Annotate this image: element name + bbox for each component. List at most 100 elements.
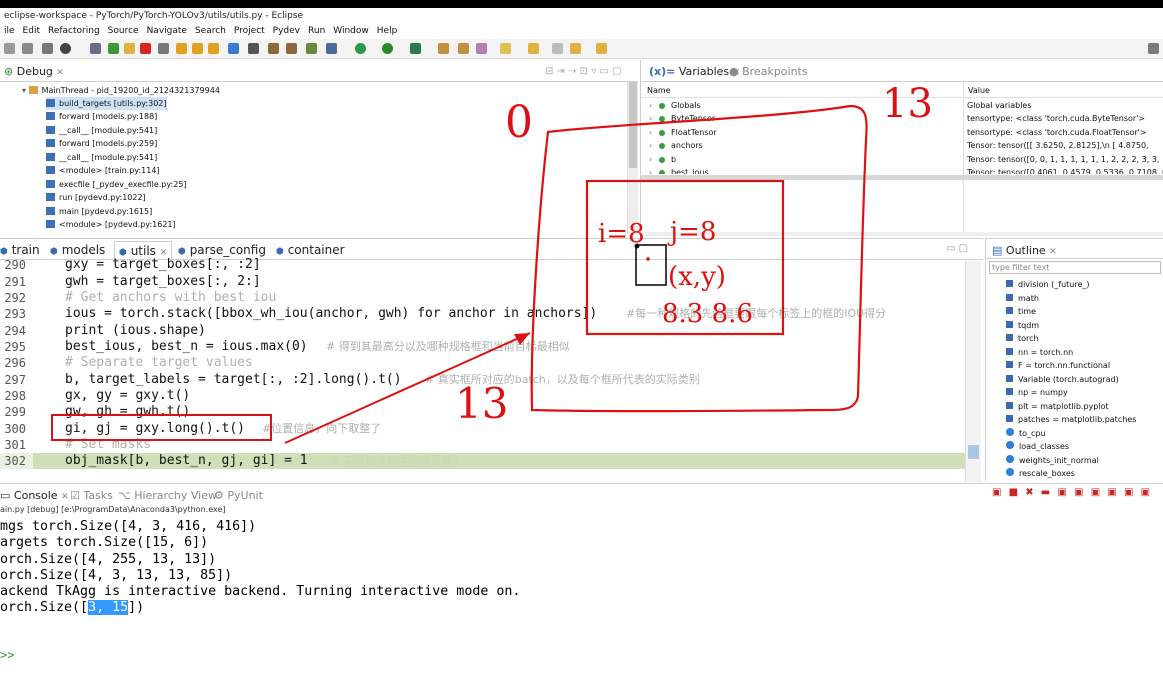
code-line[interactable]: 300 gi, gj = gxy.long().t() #位置信息，向下取整了 (0, 421, 965, 437)
tab-hierarchy-view[interactable]: ⌥ Hierarchy View (118, 487, 217, 505)
current-line[interactable]: 302 obj_mask[b, best_n, gj, gi] = 1 # 实际包含… (0, 453, 965, 470)
tab-pyunit[interactable]: ⚙ PyUnit (214, 487, 263, 505)
outline-item[interactable]: nn = torch.nn (1006, 346, 1073, 360)
console-prompt[interactable]: >> (0, 648, 14, 662)
stack-frame[interactable]: forward [models.py:188] (46, 110, 157, 123)
stack-frame[interactable]: run [pydevd.py:1022] (46, 191, 146, 204)
stack-frame[interactable]: execfile [_pydev_execfile.py:25] (46, 178, 187, 191)
external-tools-icon[interactable] (438, 43, 449, 54)
run-icon[interactable] (355, 43, 366, 54)
save-icon[interactable] (4, 43, 15, 54)
tab-outline[interactable]: ▤ Outline ✕ (988, 242, 1061, 260)
suspend-icon[interactable] (124, 43, 135, 54)
open-task-icon[interactable] (476, 43, 487, 54)
code-line[interactable]: 291 gwh = target_boxes[:, 2:] (0, 274, 965, 290)
code-line[interactable]: 292 # Get anchors with best iou (0, 290, 965, 306)
stack-frame[interactable]: __call__ [module.py:541] (46, 124, 157, 137)
debug-view-menu-icons[interactable]: ⊟ ⇥ ⇢ ⊡ ▿ ▭ ▢ (545, 66, 622, 77)
stack-frame[interactable]: <module> [train.py:114] (46, 164, 160, 177)
menu-search[interactable]: Search (191, 24, 230, 39)
scroll-thumb[interactable] (629, 82, 637, 168)
outline-item[interactable]: Variable (torch.autograd) (1006, 373, 1119, 387)
close-icon[interactable]: ✕ (56, 68, 64, 78)
debug-icon[interactable] (382, 43, 393, 54)
pydev-icon[interactable] (306, 43, 317, 54)
close-icon[interactable]: ✕ (1049, 247, 1057, 257)
annotation-icon[interactable] (528, 43, 539, 54)
pin-icon[interactable] (500, 43, 511, 54)
outline-filter-input[interactable]: type filter text (989, 261, 1161, 274)
code-line[interactable]: 298 gx, gy = gxy.t() (0, 388, 965, 404)
expand-arrow-icon[interactable]: › (649, 112, 652, 125)
outline-item[interactable]: math (1006, 292, 1039, 306)
tab-breakpoints[interactable]: ● Breakpoints (725, 63, 812, 81)
use-step-filters-icon[interactable] (248, 43, 259, 54)
code-line[interactable]: 299 gw, gh = gwh.t() (0, 404, 965, 420)
details-sash[interactable] (641, 175, 1163, 180)
code-line[interactable]: 296 # Separate target values (0, 355, 965, 371)
stack-frame[interactable]: build_targets [utils.py:302] (46, 97, 167, 110)
menu-pydev[interactable]: Pydev (269, 24, 304, 39)
stack-frame[interactable]: forward [models.py:259] (46, 137, 157, 150)
outline-item[interactable]: patches = matplotlib.patches (1006, 413, 1136, 427)
menu-navigate[interactable]: Navigate (143, 24, 191, 39)
outline-item[interactable]: time (1006, 305, 1036, 319)
variables-hscrollbar[interactable] (641, 232, 1163, 236)
expand-arrow-icon[interactable]: › (649, 166, 652, 174)
new-package-icon[interactable] (286, 43, 297, 54)
editor-scrollbar[interactable] (965, 261, 981, 482)
outline-item[interactable]: load_classes (1006, 440, 1069, 454)
forward-icon[interactable] (596, 43, 607, 54)
expand-arrow-icon[interactable]: › (649, 99, 652, 112)
outline-item[interactable]: rescale_boxes (1006, 467, 1075, 481)
expand-arrow-icon[interactable]: › (649, 139, 652, 152)
menu-window[interactable]: Window (329, 24, 373, 39)
debug-scrollbar[interactable] (627, 82, 638, 234)
outline-item[interactable]: plt = matplotlib.pyplot (1006, 400, 1109, 414)
drop-to-frame-icon[interactable] (228, 43, 239, 54)
outline-item[interactable]: np = numpy (1006, 386, 1068, 400)
last-edit-icon[interactable] (552, 43, 563, 54)
code-line[interactable]: 294 print (ious.shape) (0, 323, 965, 339)
variable-row[interactable]: › FloatTensor tensortype: <class 'torch.cu… (641, 126, 1163, 139)
skip-breakpoints-icon[interactable] (90, 43, 101, 54)
variable-row[interactable]: › ByteTensor tensortype: <class 'torch.cud… (641, 112, 1163, 125)
settings-icon[interactable] (60, 43, 71, 54)
open-type-icon[interactable] (268, 43, 279, 54)
outline-item[interactable]: to_cpu (1006, 427, 1046, 441)
resume-icon[interactable] (108, 43, 119, 54)
stack-frame[interactable]: <module> [pydevd.py:1621] (46, 218, 176, 231)
outline-item[interactable]: torch (1006, 332, 1039, 346)
menu-source[interactable]: Source (104, 24, 143, 39)
outline-item[interactable]: F = torch.nn.functional (1006, 359, 1110, 373)
stack-frame[interactable]: __call__ [module.py:541] (46, 151, 157, 164)
new-module-icon[interactable] (326, 43, 337, 54)
variable-row[interactable]: › b Tensor: tensor([0, 0, 1, 1, 1, 1, 1, 1… (641, 153, 1163, 166)
code-line[interactable]: 293 ious = torch.stack([bbox_wh_iou(ancho… (0, 306, 965, 322)
menu-project[interactable]: Project (230, 24, 269, 39)
print-icon[interactable] (42, 43, 53, 54)
scroll-thumb[interactable] (968, 445, 979, 459)
back-icon[interactable] (570, 43, 581, 54)
tab-console[interactable]: ▭ Console ✕ (0, 487, 69, 505)
step-over-icon[interactable] (192, 43, 203, 54)
perspective-icon[interactable] (1148, 43, 1159, 54)
minimize-maximize-icons[interactable]: ▭ ▢ (946, 243, 968, 254)
code-line[interactable]: 297 b, target_labels = target[:, :2].long… (0, 372, 965, 388)
open-folder-icon[interactable] (458, 43, 469, 54)
outline-item[interactable]: weights_init_normal (1006, 454, 1099, 468)
stack-frame[interactable]: main [pydevd.py:1615] (46, 205, 152, 218)
disconnect-icon[interactable] (158, 43, 169, 54)
outline-item[interactable]: division (_future_) (1006, 278, 1090, 292)
menu-file[interactable]: ile (0, 24, 19, 39)
outline-item[interactable]: tqdm (1006, 319, 1039, 333)
menu-edit[interactable]: Edit (19, 24, 44, 39)
column-name[interactable]: Name (647, 83, 671, 98)
code-line[interactable]: 290 gxy = target_boxes[:, :2] (0, 257, 965, 273)
close-icon[interactable]: ✕ (61, 492, 69, 502)
expand-arrow-icon[interactable]: › (649, 126, 652, 139)
tab-tasks[interactable]: ☑ Tasks (70, 487, 113, 505)
selected-text[interactable]: 3, 15 (88, 600, 129, 615)
save-all-icon[interactable] (22, 43, 33, 54)
menu-refactoring[interactable]: Refactoring (44, 24, 104, 39)
